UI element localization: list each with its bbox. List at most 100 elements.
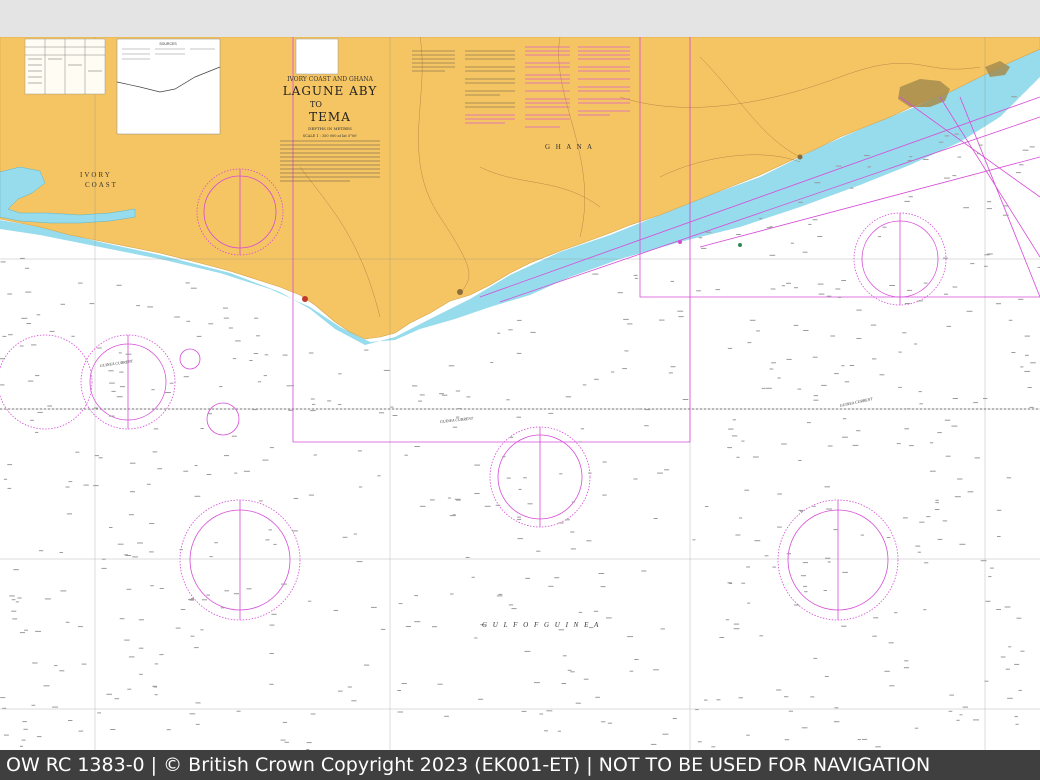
- sounding-mark: [633, 478, 638, 480]
- sounding-mark: [973, 402, 978, 404]
- sounding-mark: [951, 425, 958, 427]
- sounding-mark: [956, 719, 960, 721]
- sounding-mark: [777, 493, 782, 495]
- sounding-mark: [466, 396, 471, 398]
- sounding-mark: [949, 694, 954, 696]
- sounding-mark: [412, 385, 418, 387]
- sounding-mark: [265, 539, 270, 541]
- sounding-mark: [578, 611, 583, 613]
- sounding-mark: [817, 236, 823, 237]
- sources-diagram: SOURCES: [116, 38, 221, 135]
- sounding-mark: [1019, 164, 1024, 166]
- sounding-mark: [736, 456, 740, 458]
- sounding-mark: [189, 599, 195, 601]
- sounding-mark: [263, 375, 267, 377]
- sounding-mark: [136, 305, 140, 307]
- sounding-mark: [659, 319, 665, 321]
- sounding-mark: [353, 533, 357, 535]
- sounding-mark: [711, 746, 716, 748]
- sounding-mark: [800, 575, 806, 577]
- sounding-mark: [97, 712, 101, 714]
- sounding-mark: [190, 635, 195, 637]
- sounding-mark: [1029, 406, 1034, 408]
- sounding-mark: [976, 153, 981, 155]
- sounding-mark: [371, 606, 377, 608]
- sounding-mark: [986, 208, 992, 210]
- tide-table: [24, 38, 106, 95]
- sounding-mark: [19, 745, 23, 747]
- chart-canvas[interactable]: IVORY COAST AND GHANA LAGUNE ABY TO TEMA…: [0, 37, 1040, 750]
- sounding-mark: [165, 392, 171, 393]
- sounding-mark: [377, 475, 381, 477]
- sounding-mark: [439, 393, 444, 395]
- sounding-mark: [214, 542, 218, 544]
- sounding-mark: [814, 182, 821, 184]
- sounding-mark: [580, 428, 585, 430]
- sounding-mark: [682, 399, 689, 400]
- sounding-mark: [586, 540, 592, 542]
- sounding-mark: [282, 354, 288, 356]
- sounding-mark: [21, 739, 26, 741]
- sounding-mark: [984, 680, 989, 682]
- top-bar: [0, 0, 1040, 37]
- sounding-mark: [496, 595, 503, 597]
- sounding-mark: [52, 706, 58, 708]
- sounding-mark: [756, 330, 760, 332]
- sounding-mark: [65, 486, 70, 488]
- sounding-mark: [219, 386, 223, 388]
- sounding-mark: [311, 403, 316, 405]
- sounding-mark: [731, 435, 738, 437]
- sounding-mark: [907, 289, 912, 291]
- sounding-mark: [769, 226, 773, 228]
- sounding-mark: [190, 287, 197, 289]
- nautical-chart[interactable]: IVORY COAST AND GHANA LAGUNE ABY TO TEMA…: [0, 37, 1040, 750]
- sounding-mark: [889, 285, 896, 286]
- sounding-mark: [600, 586, 606, 588]
- sounding-mark: [966, 310, 973, 312]
- sounding-mark: [54, 665, 58, 667]
- sounding-mark: [803, 585, 808, 587]
- sounding-mark: [153, 428, 159, 430]
- sounding-mark: [799, 510, 804, 512]
- sounding-mark: [818, 293, 825, 295]
- sounding-mark: [224, 590, 229, 592]
- sounding-mark: [414, 621, 421, 623]
- sounding-mark: [918, 391, 922, 393]
- sounding-mark: [262, 459, 269, 461]
- sounding-mark: [983, 398, 988, 399]
- sounding-mark: [662, 733, 669, 735]
- sounding-mark: [786, 282, 791, 284]
- sounding-mark: [474, 493, 480, 494]
- sounding-mark: [929, 470, 936, 472]
- sounding-mark: [36, 314, 41, 316]
- sounding-mark: [7, 293, 13, 295]
- sounding-mark: [27, 380, 34, 382]
- sounding-mark: [593, 610, 599, 612]
- sounding-mark: [310, 410, 316, 412]
- sounding-mark: [841, 625, 847, 627]
- sounding-mark: [770, 288, 776, 290]
- sounding-mark: [944, 135, 950, 137]
- sounding-mark: [623, 318, 629, 320]
- chart-title-line1: LAGUNE ABY: [283, 84, 378, 98]
- sounding-mark: [338, 373, 342, 375]
- sounding-mark: [769, 368, 774, 370]
- sounding-mark: [17, 597, 22, 599]
- sounding-mark: [857, 739, 861, 740]
- sounding-mark: [174, 316, 180, 318]
- sounding-mark: [798, 201, 803, 203]
- sounding-mark: [1020, 366, 1024, 368]
- sounding-mark: [81, 663, 87, 665]
- sounding-mark: [236, 710, 241, 712]
- sounding-mark: [234, 472, 238, 474]
- sounding-mark: [268, 529, 272, 531]
- sounding-mark: [781, 285, 785, 287]
- chart-title-line2: TO: [310, 100, 322, 109]
- sounding-mark: [175, 627, 181, 629]
- sounding-mark: [860, 534, 864, 536]
- sounding-mark: [32, 662, 38, 664]
- sounding-mark: [35, 630, 41, 632]
- sounding-mark: [733, 623, 740, 625]
- sounding-mark: [508, 604, 514, 606]
- sounding-mark: [206, 474, 212, 475]
